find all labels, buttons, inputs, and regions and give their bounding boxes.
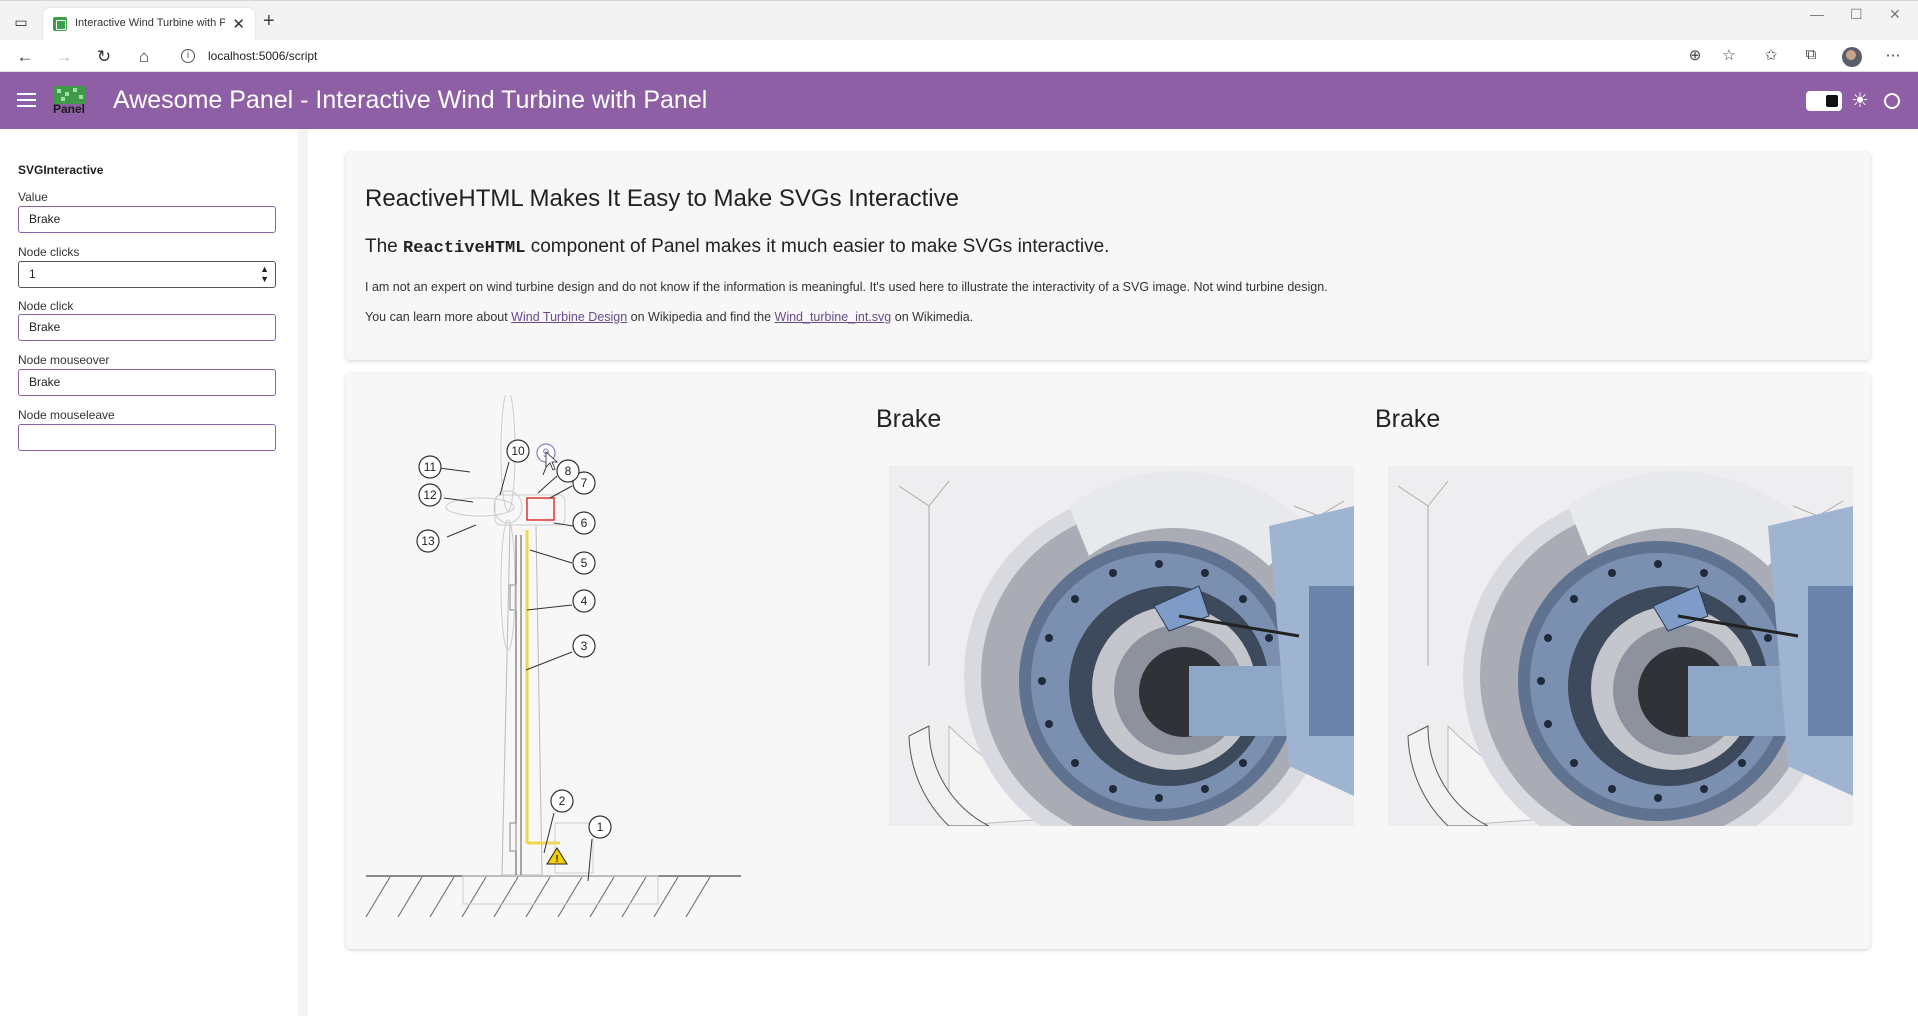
wind-turbine-design-link[interactable]: Wind Turbine Design — [511, 310, 627, 324]
diagram-label: 5 — [581, 556, 588, 570]
panel-favicon-icon — [53, 17, 67, 31]
busy-indicator-icon — [1884, 93, 1900, 109]
collections-icon[interactable]: ⧉ — [1800, 46, 1822, 63]
node-click-input[interactable]: Brake — [18, 314, 276, 341]
sidebar-scrollbar[interactable] — [298, 129, 308, 1016]
para2-mid: on Wikipedia and find the — [627, 310, 775, 324]
forward-icon[interactable]: → — [53, 46, 75, 68]
more-icon[interactable]: ⋯ — [1882, 46, 1904, 64]
tab-title: Interactive Wind Turbine with Pa — [75, 17, 225, 29]
home-icon[interactable]: ⌂ — [133, 46, 155, 68]
para2-pre: You can learn more about — [365, 310, 512, 324]
browser-tab[interactable]: Interactive Wind Turbine with Pa ✕ — [43, 8, 255, 41]
diagram-label: 13 — [421, 534, 435, 548]
subheading-pre: The — [365, 236, 404, 257]
node-clicks-input[interactable]: 1 ▲ ▼ — [18, 261, 276, 288]
diagram-label: 6 — [581, 516, 588, 530]
close-tab-icon[interactable]: ✕ — [232, 15, 245, 33]
node-mouseleave-input[interactable] — [18, 424, 276, 451]
subheading-code: ReactiveHTML — [403, 239, 526, 258]
app-title: Awesome Panel - Interactive Wind Turbine… — [113, 86, 708, 114]
hamburger-menu-icon[interactable] — [17, 93, 36, 107]
widget-title: SVGInteractive — [18, 163, 104, 177]
panel-logo: Panel — [53, 86, 85, 116]
wind-turbine-diagram[interactable]: ! 1 2 3 4 5 6 7 8 10 11 12 13 — [360, 390, 750, 925]
minimize-icon[interactable]: — — [1810, 6, 1824, 22]
node-mouseover-label: Node mouseover — [18, 353, 110, 367]
back-icon[interactable]: ← — [14, 46, 36, 68]
logo-text: Panel — [53, 102, 86, 116]
subheading-post: component of Panel makes it much easier … — [525, 236, 1110, 257]
intro-paragraph-2: You can learn more about Wind Turbine De… — [365, 310, 973, 324]
sun-icon[interactable]: ☀ — [1851, 88, 1869, 113]
theme-toggle[interactable] — [1806, 91, 1842, 111]
page-subheading: The ReactiveHTML component of Panel make… — [365, 236, 1109, 258]
zoom-icon[interactable]: ⊕ — [1684, 46, 1706, 64]
diagram-label: 11 — [424, 460, 437, 474]
app-header: Panel Awesome Panel - Interactive Wind T… — [0, 72, 1918, 129]
node-mouseleave-label: Node mouseleave — [18, 408, 115, 422]
close-window-icon[interactable]: ✕ — [1889, 6, 1901, 23]
address-bar: ← → ↻ ⌂ i localhost:5006/script ⊕ ☆ ✩ ⧉ … — [0, 40, 1918, 72]
intro-paragraph-1: I am not an expert on wind turbine desig… — [365, 280, 1328, 294]
diagram-label: 7 — [581, 476, 588, 490]
diagram-label: 3 — [581, 639, 588, 653]
diagram-label: 1 — [597, 820, 604, 834]
diagram-label: 8 — [565, 464, 572, 478]
spinner-arrows-icon[interactable]: ▲ ▼ — [260, 264, 269, 284]
wind-turbine-svg-link[interactable]: Wind_turbine_int.svg — [775, 310, 892, 324]
refresh-icon[interactable]: ↻ — [93, 46, 115, 68]
value-label: Value — [18, 190, 48, 204]
new-tab-icon[interactable]: + — [263, 11, 275, 31]
profile-avatar[interactable] — [1842, 47, 1862, 67]
favorite-icon[interactable]: ☆ — [1718, 46, 1740, 64]
diagram-label: 4 — [581, 594, 588, 608]
favorites-icon[interactable]: ✩ — [1760, 46, 1782, 64]
browser-tab-bar: ▭ Interactive Wind Turbine with Pa ✕ + —… — [0, 0, 1918, 41]
brake-image-left — [889, 466, 1354, 826]
node-mouseover-input[interactable]: Brake — [18, 369, 276, 396]
value-input[interactable]: Brake — [18, 206, 276, 233]
url-field[interactable]: localhost:5006/script — [208, 49, 317, 63]
brake-image-right — [1388, 466, 1853, 826]
page-heading: ReactiveHTML Makes It Easy to Make SVGs … — [365, 185, 959, 212]
site-info-icon[interactable]: i — [181, 49, 195, 63]
diagram-label: 12 — [423, 488, 437, 502]
diagram-label: 2 — [559, 794, 566, 808]
diagram-label: 10 — [511, 444, 525, 458]
brake-title-right: Brake — [1375, 405, 1441, 433]
brake-title-left: Brake — [876, 405, 942, 433]
maximize-icon[interactable]: ☐ — [1850, 6, 1863, 23]
para2-post: on Wikimedia. — [891, 310, 974, 324]
node-click-label: Node click — [18, 299, 74, 313]
tab-actions-icon[interactable]: ▭ — [12, 13, 30, 31]
node-clicks-value: 1 — [29, 267, 36, 281]
node-clicks-label: Node clicks — [18, 245, 80, 259]
svg-text:!: ! — [555, 854, 558, 865]
